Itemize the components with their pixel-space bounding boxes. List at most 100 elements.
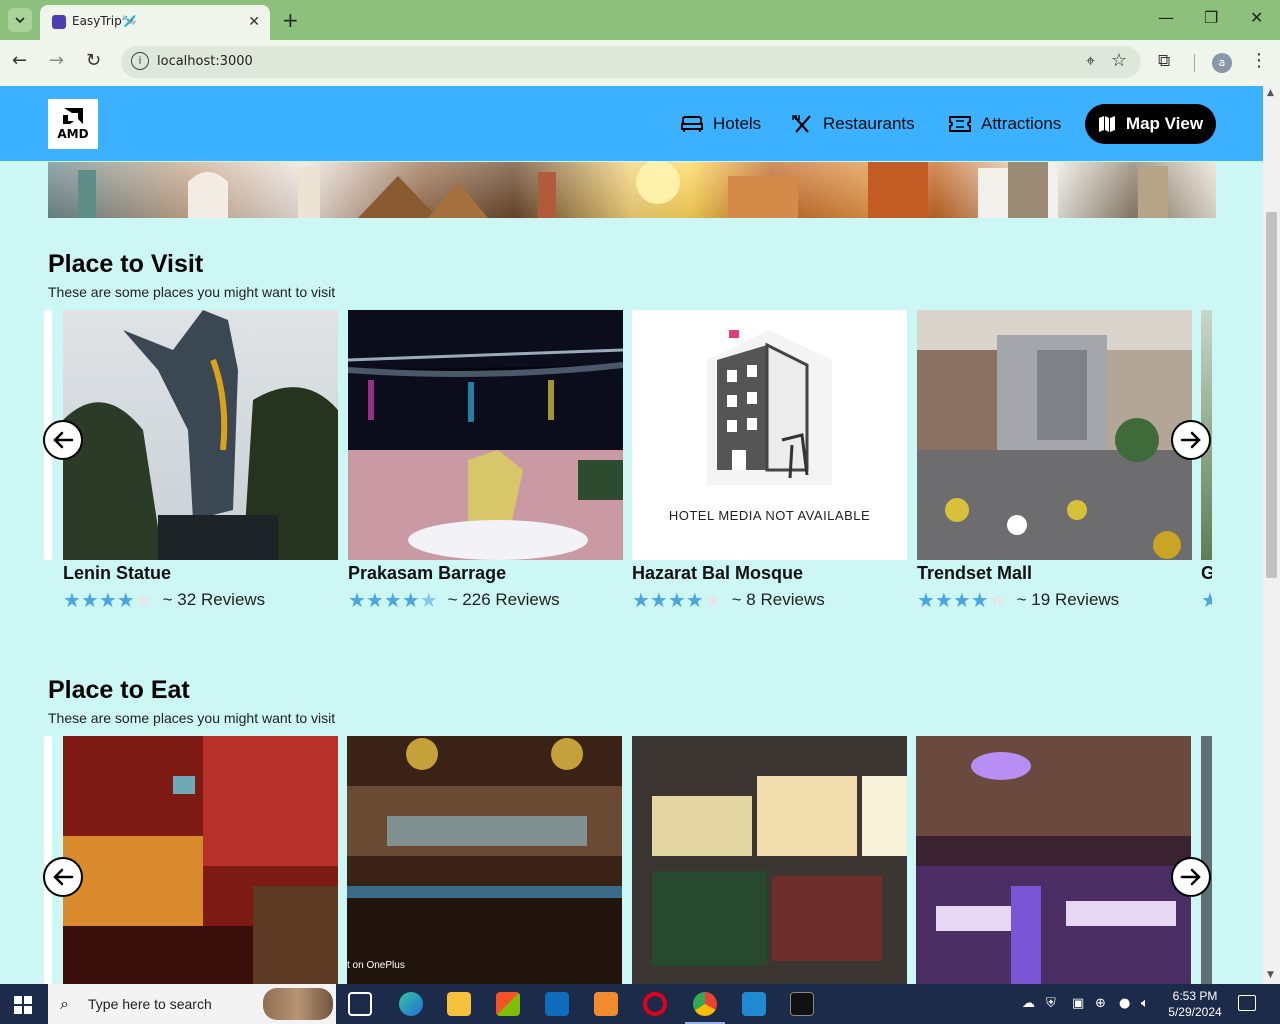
- trendset-mall-image[interactable]: [917, 310, 1192, 560]
- card-name[interactable]: Prakasam Barrage: [348, 563, 506, 584]
- file-explorer-icon[interactable]: [447, 992, 471, 1016]
- card-name[interactable]: Trendset Mall: [917, 563, 1032, 584]
- card-name[interactable]: Hazarat Bal Mosque: [632, 563, 803, 584]
- eat-prev-arrow[interactable]: [43, 857, 83, 897]
- location-pin-icon[interactable]: ⌖: [1086, 51, 1095, 71]
- media-placeholder-image[interactable]: HOTEL MEDIA NOT AVAILABLE: [632, 310, 907, 560]
- extensions-icon[interactable]: ⧉: [1158, 51, 1170, 71]
- opera-icon[interactable]: [643, 992, 667, 1016]
- profile-avatar[interactable]: a: [1212, 53, 1232, 73]
- bed-icon: [681, 114, 703, 134]
- nav-restaurants-label: Restaurants: [823, 114, 915, 133]
- arrow-right-icon: [1180, 868, 1201, 886]
- edge-icon[interactable]: [399, 992, 423, 1016]
- card-rating: ★: [1201, 590, 1212, 610]
- minimize-icon[interactable]: —: [1158, 8, 1174, 27]
- star-rating: ★★★★★: [63, 588, 153, 612]
- hero-banner-image: [48, 162, 1216, 218]
- notification-icon[interactable]: [1238, 995, 1256, 1011]
- favicon-icon: [52, 15, 66, 29]
- map-view-label: Map View: [1125, 114, 1204, 133]
- eat-next-arrow[interactable]: [1171, 857, 1211, 897]
- restaurant-image[interactable]: [63, 736, 338, 984]
- placeholder-caption: HOTEL MEDIA NOT AVAILABLE: [668, 508, 871, 523]
- nav-attractions[interactable]: Attractions: [949, 111, 1061, 137]
- vscode-icon[interactable]: [742, 992, 766, 1016]
- scrollbar-thumb[interactable]: [1266, 212, 1277, 578]
- prakasam-barrage-image[interactable]: [348, 310, 623, 560]
- restaurant-image[interactable]: [916, 736, 1191, 984]
- logo[interactable]: AMD: [48, 99, 98, 149]
- amd-logo-icon: [63, 108, 83, 124]
- forward-icon[interactable]: →: [49, 50, 64, 71]
- visit-section-title: Place to Visit: [48, 250, 204, 278]
- new-tab-button[interactable]: +: [282, 8, 299, 32]
- card-name[interactable]: Lenin Statue: [63, 563, 171, 584]
- map-icon: [1098, 115, 1116, 133]
- task-view-icon[interactable]: [348, 992, 372, 1016]
- restaurant-image[interactable]: t on OnePlus: [347, 736, 622, 984]
- review-count: ~ 19 Reviews: [1016, 590, 1120, 609]
- nav-hotels[interactable]: Hotels: [681, 111, 761, 137]
- terminal-icon[interactable]: [790, 992, 814, 1016]
- page-scrollbar[interactable]: ▲ ▼: [1263, 86, 1280, 984]
- card-rating: ★★★★★ ~ 32 Reviews: [63, 590, 265, 610]
- taskbar-search-placeholder[interactable]: Type here to search: [88, 996, 212, 1012]
- url-text[interactable]: localhost:3000: [157, 54, 253, 69]
- card-name[interactable]: G: [1201, 563, 1212, 584]
- taskbar-search[interactable]: ⌕ Type here to search: [48, 984, 336, 1024]
- reload-icon[interactable]: ↻: [86, 50, 101, 71]
- visit-prev-arrow[interactable]: [43, 420, 83, 460]
- nav-restaurants[interactable]: Restaurants: [791, 111, 915, 137]
- windows-start-icon[interactable]: [14, 996, 32, 1014]
- search-highlight-image: [263, 988, 333, 1020]
- nav-attractions-label: Attractions: [981, 114, 1062, 133]
- visit-carousel: Lenin Statue ★★★★★ ~ 32 Reviews Prakasam…: [44, 310, 1212, 620]
- close-window-icon[interactable]: ✕: [1250, 8, 1263, 27]
- map-view-button[interactable]: Map View: [1085, 104, 1216, 144]
- review-count: ~ 32 Reviews: [162, 590, 266, 609]
- tab-search-button[interactable]: [8, 8, 32, 32]
- system-clock[interactable]: 6:53 PM 5/29/2024: [1160, 988, 1230, 1020]
- logo-text: AMD: [57, 127, 89, 141]
- restore-icon[interactable]: ❐: [1204, 8, 1218, 27]
- browser-tab[interactable]: EasyTrip🛩️ ✕: [40, 5, 270, 40]
- arrow-left-icon: [53, 431, 74, 449]
- microsoft-store-icon[interactable]: [496, 992, 520, 1016]
- scroll-down-icon[interactable]: ▼: [1267, 970, 1274, 980]
- review-count: ~ 226 Reviews: [447, 590, 560, 609]
- network-icon[interactable]: ⊕: [1095, 996, 1106, 1011]
- clock-date: 5/29/2024: [1168, 1005, 1222, 1019]
- browser-menu-icon[interactable]: ⋮: [1250, 50, 1268, 71]
- chrome-icon[interactable]: [693, 992, 717, 1016]
- site-info-icon[interactable]: i: [131, 52, 149, 70]
- back-icon[interactable]: ←: [12, 50, 27, 71]
- volume-icon[interactable]: 🔈︎: [1141, 996, 1149, 1011]
- bookmark-star-icon[interactable]: ☆: [1111, 50, 1127, 71]
- visit-next-arrow[interactable]: [1171, 420, 1211, 460]
- arrow-right-icon: [1180, 431, 1201, 449]
- app-tray-icon[interactable]: ●: [1119, 996, 1130, 1011]
- eat-section-subtitle: These are some places you might want to …: [48, 710, 336, 726]
- scroll-up-icon[interactable]: ▲: [1267, 88, 1274, 98]
- device-icon[interactable]: ▣: [1072, 996, 1084, 1011]
- review-count: ~ 8 Reviews: [731, 590, 825, 609]
- eat-section-title: Place to Eat: [48, 676, 190, 704]
- star-rating: ★: [1201, 588, 1212, 612]
- chevron-down-icon: [15, 17, 25, 23]
- mail-icon[interactable]: [545, 992, 569, 1016]
- card-rating: ★★★★★ ~ 226 Reviews: [348, 590, 560, 610]
- eat-carousel: t on OnePlus: [44, 736, 1212, 984]
- lenin-statue-image[interactable]: [63, 310, 338, 560]
- address-bar[interactable]: i localhost:3000 ⌖ ☆: [121, 46, 1141, 78]
- arrow-left-icon: [53, 868, 74, 886]
- toolbar-divider: [1194, 54, 1195, 72]
- ticket-icon: [949, 114, 971, 134]
- media-player-icon[interactable]: [594, 992, 618, 1016]
- building-placeholder-icon: [707, 330, 832, 485]
- onedrive-icon[interactable]: ☁: [1022, 996, 1035, 1011]
- restaurant-image[interactable]: [632, 736, 907, 984]
- close-tab-icon[interactable]: ✕: [248, 14, 260, 30]
- star-rating: ★★★★★: [348, 588, 438, 612]
- security-icon[interactable]: ⛨: [1046, 996, 1056, 1011]
